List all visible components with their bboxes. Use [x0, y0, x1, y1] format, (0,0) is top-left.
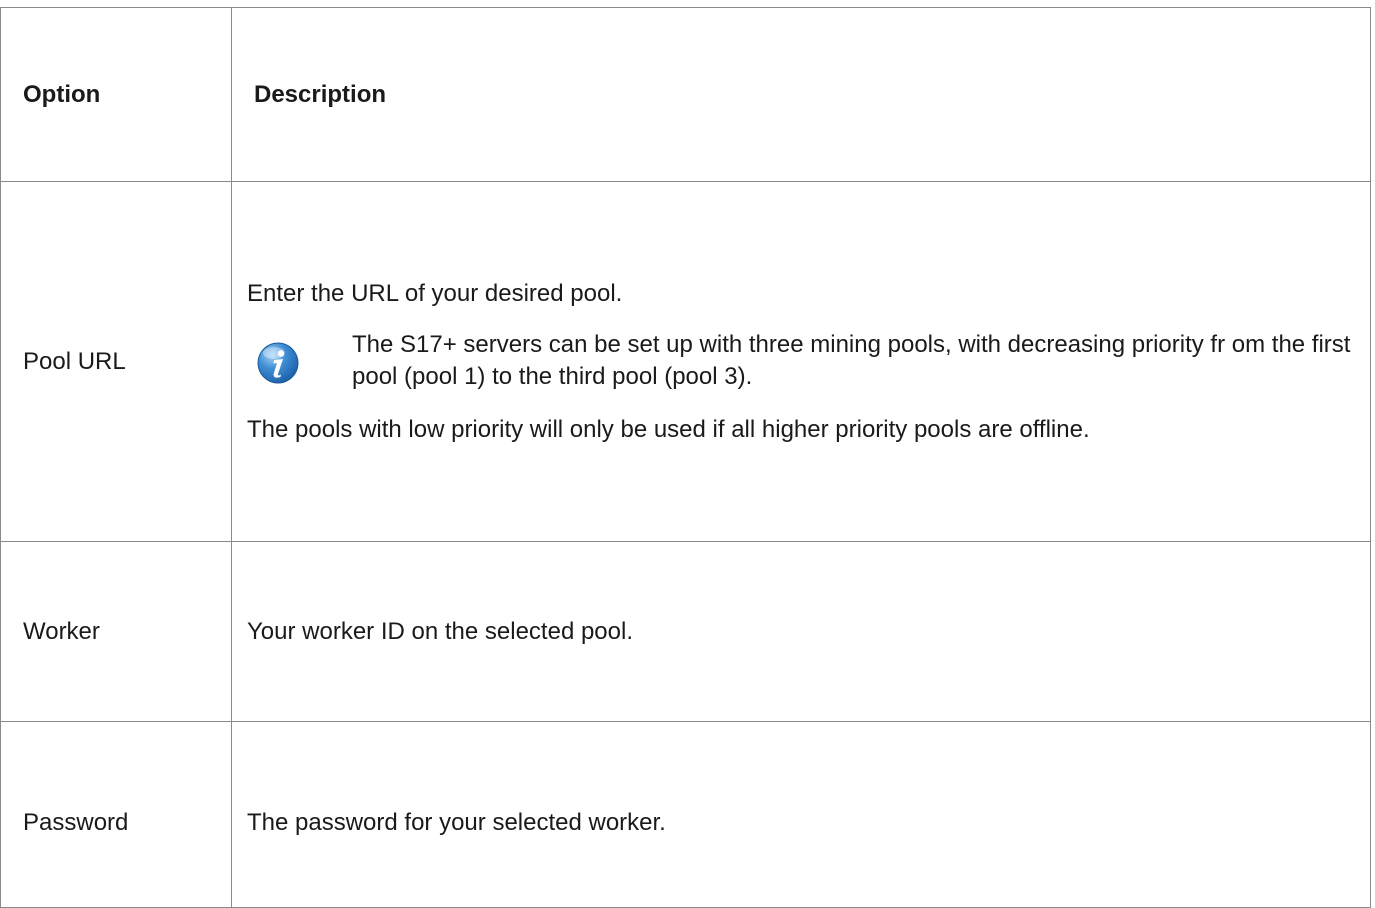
pool-url-intro: Enter the URL of your desired pool.	[247, 280, 623, 308]
header-description: Description	[231, 7, 1371, 182]
table-row: Worker Your worker ID on the selected po…	[0, 541, 1371, 722]
description-pool-url: Enter the URL of your desired pool. The …	[231, 181, 1371, 542]
table-header-row: Option Description	[0, 7, 1371, 182]
table-row: Pool URL Enter the URL of your desired p…	[0, 181, 1371, 542]
option-pool-url: Pool URL	[0, 181, 232, 542]
info-icon	[256, 341, 300, 385]
description-worker: Your worker ID on the selected pool.	[231, 541, 1371, 722]
table-row: Password The password for your selected …	[0, 721, 1371, 908]
pool-url-outro: The pools with low priority will only be…	[247, 415, 1090, 443]
description-password: The password for your selected worker.	[231, 721, 1371, 908]
header-option: Option	[0, 7, 232, 182]
info-note: The S17+ servers can be set up with thre…	[247, 329, 1356, 391]
info-note-text: The S17+ servers can be set up with thre…	[352, 331, 1351, 390]
option-worker: Worker	[0, 541, 232, 722]
options-table: Option Description Pool URL Enter the UR…	[0, 7, 1371, 908]
option-password: Password	[0, 721, 232, 908]
